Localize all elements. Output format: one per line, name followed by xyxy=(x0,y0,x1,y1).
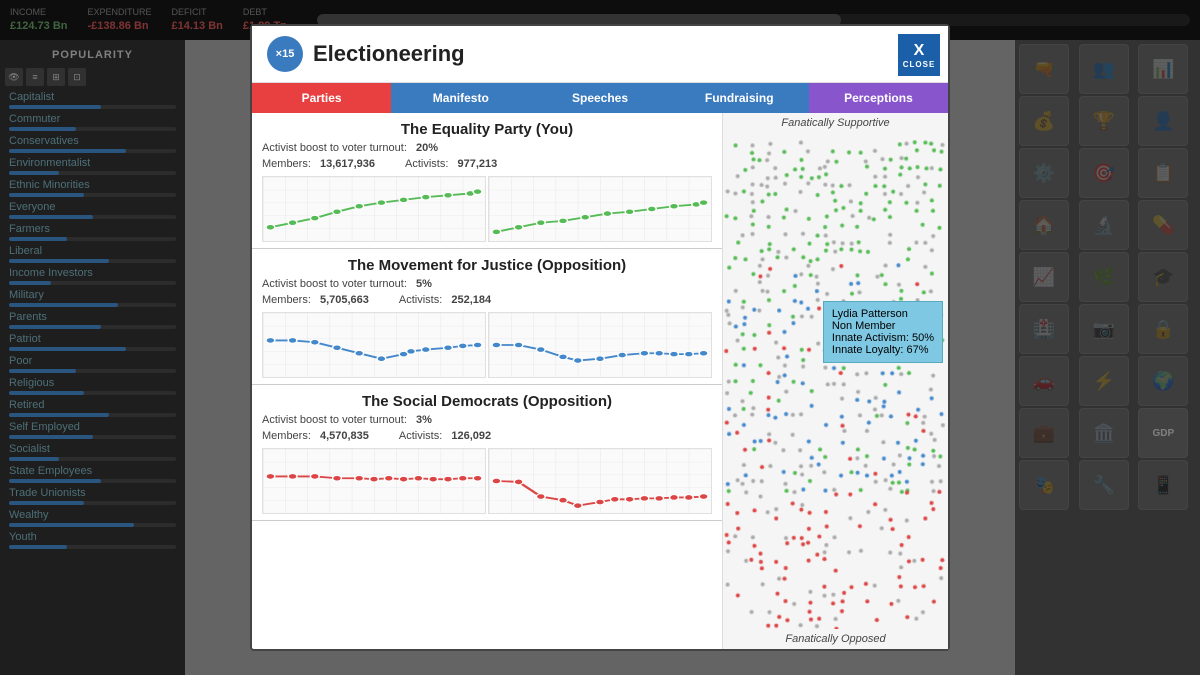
tab-speeches[interactable]: Speeches xyxy=(530,83,669,113)
party-panel-0: The Equality Party (You) Activist boost … xyxy=(252,113,722,249)
tab-perceptions[interactable]: Perceptions xyxy=(809,83,948,113)
modal-logo-text: ×15 xyxy=(276,48,295,60)
chart-right xyxy=(488,448,712,514)
party-title: The Equality Party (You) xyxy=(262,121,712,138)
party-member-stats: Members: 5,705,663 Activists: 252,184 xyxy=(262,294,712,306)
party-stats: Activist boost to voter turnout: 20% xyxy=(262,142,712,154)
modal-overlay: ×15 Electioneering X CLOSE Parties Manif… xyxy=(0,0,1200,675)
modal-logo: ×15 xyxy=(267,36,303,72)
chart-left xyxy=(262,448,486,514)
perceptions-area: Fanatically Supportive Fanatically Oppos… xyxy=(722,113,948,649)
party-charts xyxy=(262,174,712,244)
close-x: X xyxy=(914,42,925,60)
party-member-stats: Members: 4,570,835 Activists: 126,092 xyxy=(262,430,712,442)
modal-tabs: Parties Manifesto Speeches Fundraising P… xyxy=(252,83,948,113)
modal-title: Electioneering xyxy=(313,41,465,67)
electioneering-modal: ×15 Electioneering X CLOSE Parties Manif… xyxy=(250,24,950,651)
chart-left xyxy=(262,176,486,242)
party-charts xyxy=(262,446,712,516)
modal-content: The Equality Party (You) Activist boost … xyxy=(252,113,948,649)
party-stats: Activist boost to voter turnout: 5% xyxy=(262,278,712,290)
chart-left xyxy=(262,312,486,378)
party-member-stats: Members: 13,617,936 Activists: 977,213 xyxy=(262,158,712,170)
tab-parties[interactable]: Parties xyxy=(252,83,391,113)
party-stats: Activist boost to voter turnout: 3% xyxy=(262,414,712,426)
tab-manifesto[interactable]: Manifesto xyxy=(391,83,530,113)
party-panel-2: The Social Democrats (Opposition) Activi… xyxy=(252,385,722,521)
perceptions-top-label: Fanatically Supportive xyxy=(723,113,948,133)
chart-right xyxy=(488,312,712,378)
close-label: CLOSE xyxy=(903,60,936,69)
chart-right xyxy=(488,176,712,242)
modal-header: ×15 Electioneering X CLOSE xyxy=(252,26,948,83)
tab-fundraising[interactable]: Fundraising xyxy=(670,83,809,113)
perceptions-bottom-label: Fanatically Opposed xyxy=(723,629,948,649)
party-panel-1: The Movement for Justice (Opposition) Ac… xyxy=(252,249,722,385)
dot-grid xyxy=(723,133,948,629)
party-title: The Movement for Justice (Opposition) xyxy=(262,257,712,274)
close-button[interactable]: X CLOSE xyxy=(898,34,940,76)
charts-area: The Equality Party (You) Activist boost … xyxy=(252,113,722,649)
party-title: The Social Democrats (Opposition) xyxy=(262,393,712,410)
party-charts xyxy=(262,310,712,380)
